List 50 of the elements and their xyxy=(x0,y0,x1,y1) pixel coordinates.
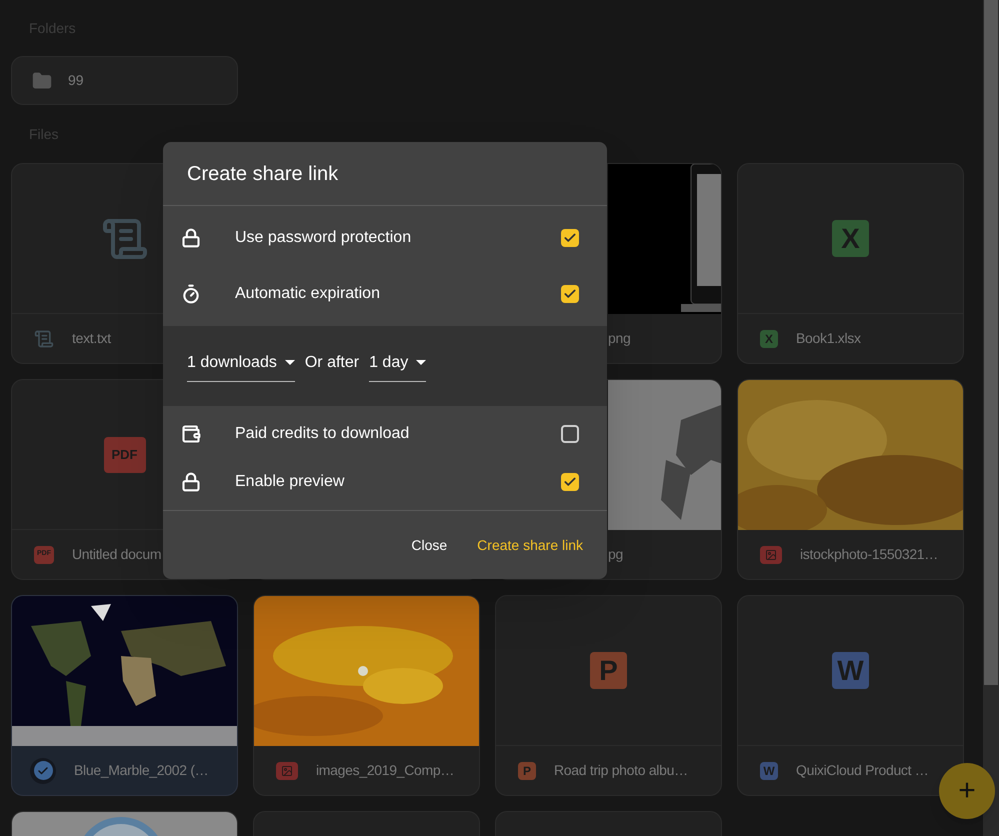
file-name: QuixiCloud Product … xyxy=(796,761,929,780)
checkbox[interactable] xyxy=(561,285,579,303)
folder-icon xyxy=(32,70,52,90)
scrollbar[interactable] xyxy=(983,0,999,836)
file-card[interactable]: images_2019_Comp… xyxy=(253,595,480,796)
file-card[interactable]: istockphoto-1550321… xyxy=(737,379,964,580)
checkbox[interactable] xyxy=(561,473,579,491)
check-icon xyxy=(563,287,577,301)
option-label: Use password protection xyxy=(235,228,412,248)
duration-select[interactable]: 1 day xyxy=(369,350,426,382)
close-button[interactable]: Close xyxy=(399,526,460,564)
select-joiner: Or after xyxy=(304,352,360,372)
timer-icon xyxy=(181,284,201,304)
file-type-icon: W xyxy=(760,762,778,780)
file-card[interactable]: X X Book1.xlsx xyxy=(737,163,964,364)
lock-icon xyxy=(181,472,201,492)
check-icon xyxy=(37,764,49,776)
downloads-select[interactable]: 1 downloads xyxy=(187,350,295,382)
check-icon xyxy=(563,475,577,489)
file-type-icon: X xyxy=(760,330,778,348)
file-type-icon: PDF xyxy=(104,436,146,472)
file-name: images_2019_Comp… xyxy=(316,761,454,780)
document-icon xyxy=(34,328,54,348)
option-label: Enable preview xyxy=(235,472,346,492)
file-name: png xyxy=(608,329,630,348)
lock-icon xyxy=(181,228,201,248)
option-label: Paid credits to download xyxy=(235,424,410,444)
option-label: Automatic expiration xyxy=(235,284,381,304)
file-name: Book1.xlsx xyxy=(796,329,861,348)
file-type-icon: X xyxy=(832,220,869,257)
folder-name: 99 xyxy=(68,71,84,90)
checkbox[interactable] xyxy=(561,425,579,443)
file-type-icon: P xyxy=(590,652,627,689)
check-icon xyxy=(563,231,577,245)
file-name: Untitled docum xyxy=(72,545,162,564)
wallet-icon xyxy=(181,424,201,444)
file-name: istockphoto-1550321… xyxy=(800,545,938,564)
file-card[interactable]: P P Road trip photo albu… xyxy=(495,595,722,796)
dialog-title: Create share link xyxy=(163,142,607,206)
image-icon xyxy=(276,762,298,780)
file-type-icon: W xyxy=(832,652,869,689)
file-name: pg xyxy=(608,545,623,564)
file-name: Blue_Marble_2002 (… xyxy=(74,761,208,780)
file-name: text.txt xyxy=(72,329,111,348)
folder-card[interactable]: 99 xyxy=(11,56,238,105)
file-name: Road trip photo albu… xyxy=(554,761,688,780)
file-card[interactable]: Blue_Marble_2002 (… xyxy=(11,595,238,796)
checkbox[interactable] xyxy=(561,229,579,247)
image-icon xyxy=(760,546,782,564)
file-type-icon: P xyxy=(518,762,536,780)
